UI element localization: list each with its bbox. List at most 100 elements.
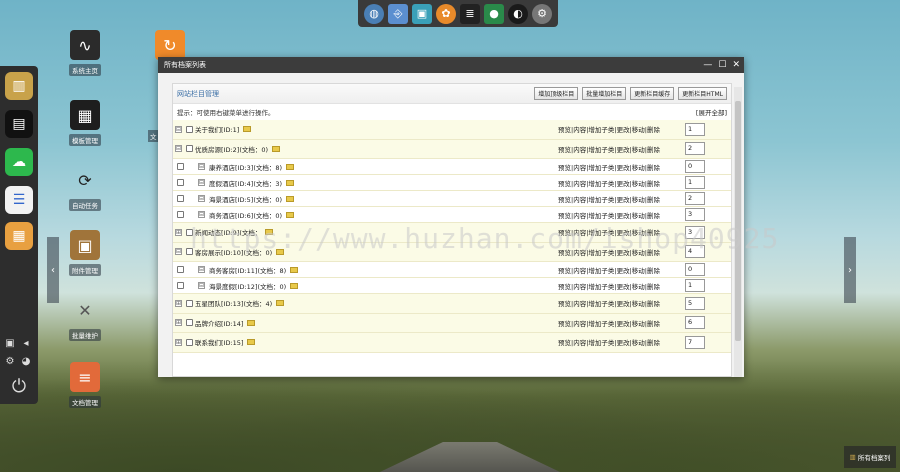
gear-icon[interactable]: ⚙ [532,3,552,24]
row-checkbox[interactable] [186,319,193,327]
taskbar-window-button[interactable]: ▥ 所有档案列 [844,446,896,468]
subcategory-row[interactable]: ⊟ 康养酒店[ID:3](文档：8) 预览|内容|增加子类|更改|移动|删除 0 [173,159,731,175]
desktop-icon-auto-task[interactable]: ⟳ 自动任务 [55,165,115,211]
row-actions[interactable]: 预览|内容|增加子类|更改|移动|删除 [558,298,660,308]
row-checkbox[interactable] [177,266,184,273]
expand-toggle-icon[interactable]: ⊟ [198,282,205,289]
sort-order-input[interactable]: 6 [685,316,705,330]
category-row[interactable]: ⊟ 优质房源[ID:2](文档：0) 预览|内容|增加子类|更改|移动|删除 2 [173,139,731,159]
expand-toggle-icon[interactable]: ⊟ [198,211,205,218]
sort-order-input[interactable]: 5 [685,296,705,310]
desktop-icon-template[interactable]: ▦ 模板管理 [55,100,115,146]
login-icon[interactable]: ⎆ [388,3,408,24]
update-cache-button[interactable]: 更新栏目缓存 [630,87,675,100]
row-actions[interactable]: 预览|内容|增加子类|更改|移动|删除 [558,281,660,291]
category-label[interactable]: 品牌介绍[ID:14] [195,318,243,328]
row-actions[interactable]: 预览|内容|增加子类|更改|移动|删除 [558,178,660,188]
expand-toggle-icon[interactable]: ⊞ [175,319,182,327]
expand-toggle-icon[interactable]: ⊟ [198,195,205,202]
desktop-icon-attachments[interactable]: ▣ 附件管理 [55,230,115,276]
batch-add-category-button[interactable]: 批量增加栏目 [582,87,627,100]
right-collapse-arrow[interactable]: › [844,237,856,303]
desktop-icon-system-home[interactable]: ∿ 系统主页 [55,30,115,76]
row-checkbox[interactable] [186,299,193,307]
orange-app-icon[interactable]: ✿ [436,3,456,24]
drive-icon[interactable]: ☰ [5,186,33,214]
row-checkbox[interactable] [177,195,184,202]
category-label[interactable]: 客房展示[ID:10](文档：0) [195,247,272,257]
subcategory-row[interactable]: ⊟ 海景度假[ID:12](文档：0) 预览|内容|增加子类|更改|移动|删除 1 [173,278,731,294]
category-row[interactable]: ⊞ 联系我们[ID:15] 预览|内容|增加子类|更改|移动|删除 7 [173,333,731,353]
row-actions[interactable]: 预览|内容|增加子类|更改|移动|删除 [558,337,660,347]
sort-order-input[interactable]: 3 [685,225,705,239]
expand-toggle-icon[interactable]: ⊟ [175,145,182,153]
sort-order-input[interactable]: 1 [685,176,705,189]
row-checkbox[interactable] [177,163,184,170]
row-actions[interactable]: 预览|内容|增加子类|更改|移动|删除 [558,144,660,154]
sort-order-input[interactable]: 1 [685,122,705,136]
category-label[interactable]: 商务酒店[ID:6](文档：0) [209,210,282,220]
subcategory-row[interactable]: ⊟ 海景酒店[ID:5](文档：0) 预览|内容|增加子类|更改|移动|删除 2 [173,191,731,207]
row-checkbox[interactable] [186,228,193,236]
expand-toggle-icon[interactable]: ⊞ [175,338,182,346]
category-row[interactable]: ⊞ 新闻动态[ID:9](文档： 预览|内容|增加子类|更改|移动|删除 3 [173,223,731,243]
expand-toggle-icon[interactable]: ⊟ [198,179,205,186]
window-icon[interactable]: ▣ [4,338,16,350]
category-label[interactable]: 联系我们[ID:15] [195,337,243,347]
row-checkbox[interactable] [177,179,184,186]
row-checkbox[interactable] [186,125,193,133]
desktop-icon-refresh[interactable]: ↻ [140,30,200,60]
globe-icon[interactable]: ◍ [364,3,384,24]
chat-icon[interactable]: ☁ [5,148,33,176]
sort-order-input[interactable]: 2 [685,142,705,156]
compass-icon[interactable]: ◐ [508,3,528,24]
category-label[interactable]: 度假酒店[ID:4](文档：3) [209,178,282,188]
row-actions[interactable]: 预览|内容|增加子类|更改|移动|删除 [558,210,660,220]
sort-order-input[interactable]: 2 [685,192,705,205]
expand-toggle-icon[interactable]: ⊟ [175,248,182,256]
sort-order-input[interactable]: 4 [685,245,705,259]
category-row[interactable]: ⊞ 五星团队[ID:13](文档：4) 预览|内容|增加子类|更改|移动|删除 5 [173,294,731,314]
minimize-icon[interactable]: — [703,60,712,70]
add-top-category-button[interactable]: 增加顶级栏目 [534,87,579,100]
expand-toggle-icon[interactable]: ⊟ [198,163,205,170]
category-label[interactable]: 优质房源[ID:2](文档：0) [195,144,268,154]
sort-order-input[interactable]: 3 [685,208,705,221]
row-actions[interactable]: 预览|内容|增加子类|更改|移动|删除 [558,124,660,134]
sort-order-input[interactable]: 1 [685,279,705,292]
sort-order-input[interactable]: 0 [685,160,705,173]
subcategory-row[interactable]: ⊟ 度假酒店[ID:4](文档：3) 预览|内容|增加子类|更改|移动|删除 1 [173,175,731,191]
category-label[interactable]: 海景酒店[ID:5](文档：0) [209,194,282,204]
row-checkbox[interactable] [186,338,193,346]
category-row[interactable]: ⊟ 关于我们[ID:1] 预览|内容|增加子类|更改|移动|删除 1 [173,120,731,140]
expand-toggle-icon[interactable]: ⊟ [175,125,182,133]
subcategory-row[interactable]: ⊟ 商务客房[ID:11](文档：8) 预览|内容|增加子类|更改|移动|删除 0 [173,262,731,278]
row-actions[interactable]: 预览|内容|增加子类|更改|移动|删除 [558,162,660,172]
category-row[interactable]: ⊟ 客房展示[ID:10](文档：0) 预览|内容|增加子类|更改|移动|删除 4 [173,242,731,262]
notes-icon[interactable]: ▦ [5,222,33,250]
update-html-button[interactable]: 更新栏目HTML [678,87,727,100]
row-actions[interactable]: 预览|内容|增加子类|更改|移动|删除 [558,318,660,328]
row-checkbox[interactable] [186,145,193,153]
window-titlebar[interactable]: 所有档案列表 — ☐ ✕ [158,57,744,73]
row-actions[interactable]: 预览|内容|增加子类|更改|移动|删除 [558,227,660,237]
row-checkbox[interactable] [177,211,184,218]
category-label[interactable]: 关于我们[ID:1] [195,124,239,134]
category-label[interactable]: 商务客房[ID:11](文档：8) [209,265,286,275]
settings-icon[interactable]: ⚙ [4,356,16,368]
document-icon[interactable]: ▤ [5,110,33,138]
category-label[interactable]: 海景度假[ID:12](文档：0) [209,281,286,291]
category-label[interactable]: 五星团队[ID:13](文档：4) [195,298,272,308]
category-label[interactable]: 新闻动态[ID:9](文档： [195,227,261,237]
row-checkbox[interactable] [177,282,184,289]
scrollbar-thumb[interactable] [735,101,741,341]
expand-toggle-icon[interactable]: ⊞ [175,299,182,307]
palette-icon[interactable]: ◕ [20,356,32,368]
maximize-icon[interactable]: ☐ [718,60,726,70]
close-icon[interactable]: ✕ [732,60,740,70]
expand-toggle-icon[interactable]: ⊞ [175,228,182,236]
user-icon[interactable]: ● [484,3,504,24]
toolbox-icon[interactable]: ▣ [412,3,432,24]
window-scrollbar[interactable] [734,87,742,377]
row-actions[interactable]: 预览|内容|增加子类|更改|移动|删除 [558,247,660,257]
